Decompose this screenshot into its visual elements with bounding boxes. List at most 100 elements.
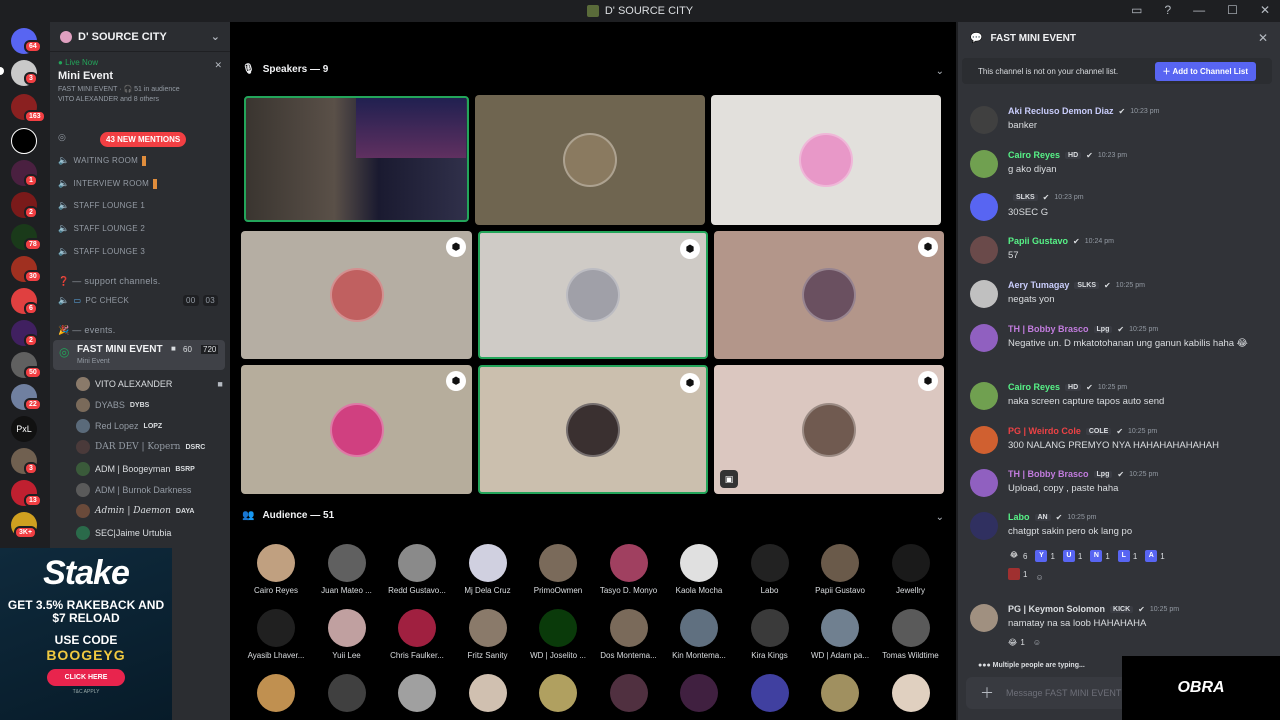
voice-channel-waiting[interactable]: 🔈 WAITING ROOM: [58, 155, 147, 166]
category-support[interactable]: ❓ — support channels.: [58, 276, 161, 287]
author-name[interactable]: TH | Bobby Brasco: [1008, 324, 1089, 334]
audience-member[interactable]: Tomas Wildtime: [876, 609, 946, 660]
audience-member[interactable]: Redd Gustavo...: [382, 544, 452, 595]
add-reaction-icon[interactable]: ☺: [1033, 638, 1041, 647]
speaker-tile[interactable]: ⬢: [241, 365, 472, 494]
add-attachment-icon[interactable]: ＋: [980, 683, 994, 703]
speaker-tile[interactable]: [244, 96, 469, 222]
audience-member[interactable]: [805, 674, 875, 712]
audience-member[interactable]: Kin Montema...: [664, 609, 734, 660]
avatar[interactable]: [970, 280, 998, 308]
stage-member[interactable]: DYABS DYBS: [76, 398, 149, 412]
reaction[interactable]: N1: [1090, 550, 1110, 562]
audience-member[interactable]: [241, 674, 311, 712]
help-icon[interactable]: ?: [1164, 3, 1171, 17]
author-name[interactable]: PG | Weirdo Cole: [1008, 426, 1081, 436]
active-stage-channel[interactable]: ◎ FAST MINI EVENT Mini Event ■ 60 720: [53, 340, 225, 370]
add-to-channel-list-button[interactable]: ＋ Add to Channel List: [1154, 61, 1256, 81]
voice-channel-staff2[interactable]: 🔈 STAFF LOUNGE 2: [58, 223, 145, 234]
audience-member[interactable]: Yuii Lee: [312, 609, 382, 660]
close-window-icon[interactable]: ✕: [1260, 3, 1270, 17]
chat-message[interactable]: Cairo Reyes HD ✔ 10:23 pm g ako diyan: [970, 150, 1270, 190]
audience-member[interactable]: [876, 674, 946, 712]
stage-member[interactable]: Red Lopez LOPZ: [76, 419, 162, 433]
author-name[interactable]: Aki Recluso Demon Diaz: [1008, 106, 1114, 116]
audience-member[interactable]: [735, 674, 805, 712]
audience-member[interactable]: Dos Montema...: [594, 609, 664, 660]
audience-member[interactable]: [312, 674, 382, 712]
chevron-down-icon[interactable]: ⌄: [936, 512, 944, 523]
audience-member[interactable]: Tasyo D. Monyo: [594, 544, 664, 595]
avatar[interactable]: [970, 512, 998, 540]
server-icon[interactable]: PxL: [11, 416, 37, 442]
author-name[interactable]: Cairo Reyes: [1008, 382, 1060, 392]
speaker-tile[interactable]: ⬢: [714, 231, 944, 359]
stake-ad-overlay[interactable]: Stake GET 3.5% RAKEBACK AND $7 RELOAD US…: [0, 548, 172, 720]
speakers-header[interactable]: 🎙 Speakers — 9: [242, 64, 328, 75]
speaker-tile[interactable]: ⬢: [241, 231, 472, 359]
avatar[interactable]: [970, 469, 998, 497]
chat-message[interactable]: TH | Bobby Brasco Lpg ✔ 10:25 pm Upload, cop…: [970, 469, 1270, 509]
author-name[interactable]: Aery Tumagay: [1008, 280, 1069, 290]
audience-member[interactable]: Chris Faulker...: [382, 609, 452, 660]
author-name[interactable]: Labo: [1008, 512, 1030, 522]
voice-channel-pc-check[interactable]: 🔈 ▭ PC CHECK 00 03: [58, 295, 218, 306]
stage-member[interactable]: DAR DEV | Kopern DSRC: [76, 440, 205, 454]
author-name[interactable]: Cairo Reyes: [1008, 150, 1060, 160]
stage-member[interactable]: SEC|Jaime Urtubia: [76, 526, 171, 540]
reaction[interactable]: Y1: [1035, 550, 1055, 562]
stage-member[interactable]: ADM | Boogeyman BSRP: [76, 462, 195, 476]
audience-member[interactable]: [664, 674, 734, 712]
voice-channel[interactable]: ◎: [58, 132, 66, 143]
speaker-tile[interactable]: ⬢: [478, 231, 708, 359]
stake-click-button[interactable]: CLICK HERE: [46, 669, 126, 686]
audience-member[interactable]: [453, 674, 523, 712]
audience-member[interactable]: WD | Joselito ...: [523, 609, 593, 660]
audience-header[interactable]: 👥 Audience — 51: [242, 510, 334, 521]
server-icon[interactable]: [11, 128, 37, 154]
avatar[interactable]: [970, 236, 998, 264]
voice-channel-interview[interactable]: 🔈 INTERVIEW ROOM: [58, 178, 158, 189]
chat-message[interactable]: SLKS ✔ 10:23 pm 30SEC G: [970, 193, 1270, 233]
audience-member[interactable]: Fritz Sanity: [453, 609, 523, 660]
reaction[interactable]: A1: [1145, 550, 1165, 562]
voice-channel-staff1[interactable]: 🔈 STAFF LOUNGE 1: [58, 200, 145, 211]
inbox-icon[interactable]: ▭: [1131, 3, 1142, 17]
speaker-tile[interactable]: ⬢: [478, 365, 708, 494]
avatar[interactable]: [970, 150, 998, 178]
audience-member[interactable]: Cairo Reyes: [241, 544, 311, 595]
avatar[interactable]: [970, 193, 998, 221]
speaker-tile[interactable]: [475, 95, 705, 225]
live-stage-card[interactable]: ● Live Now Mini Event FAST MINI EVENT · …: [50, 52, 230, 109]
stage-member[interactable]: ADM | Burnok Darkness: [76, 483, 191, 497]
reaction[interactable]: 😂 6: [1008, 550, 1028, 562]
guild-header[interactable]: D' SOURCE CITY ⌄: [50, 22, 230, 52]
stage-member[interactable]: Admin | Daemon DAYA: [76, 504, 194, 518]
audience-member[interactable]: Mj Dela Cruz: [453, 544, 523, 595]
voice-channel-staff3[interactable]: 🔈 STAFF LOUNGE 3: [58, 246, 145, 257]
speaker-tile[interactable]: ⬢ ▣: [714, 365, 944, 494]
reaction[interactable]: 1: [1008, 568, 1027, 580]
chevron-down-icon[interactable]: ⌄: [936, 66, 944, 77]
add-reaction-icon[interactable]: ☺: [1035, 573, 1043, 582]
author-name[interactable]: TH | Bobby Brasco: [1008, 469, 1089, 479]
reaction[interactable]: U1: [1062, 550, 1082, 562]
chat-message[interactable]: Aki Recluso Demon Diaz ✔ 10:23 pm banker: [970, 106, 1270, 146]
audience-member[interactable]: Kira Kings: [735, 609, 805, 660]
reaction[interactable]: L1: [1117, 550, 1137, 562]
category-events[interactable]: 🎉 — events.: [58, 325, 116, 336]
chat-message[interactable]: Aery Tumagay SLKS ✔ 10:25 pm negats yon: [970, 280, 1270, 320]
chat-message[interactable]: PG | Weirdo Cole COLE ✔ 10:25 pm 300 NALANG …: [970, 426, 1270, 466]
chat-message[interactable]: Papii Gustavo ✔ 10:24 pm 57: [970, 236, 1270, 276]
audience-member[interactable]: Juan Mateo ...: [312, 544, 382, 595]
close-icon[interactable]: ✕: [1258, 31, 1268, 45]
speaker-tile[interactable]: [711, 95, 941, 225]
close-icon[interactable]: ✕: [214, 60, 222, 71]
maximize-icon[interactable]: ☐: [1227, 3, 1238, 17]
audience-member[interactable]: Papii Gustavo: [805, 544, 875, 595]
chat-message[interactable]: TH | Bobby Brasco Lpg ✔ 10:25 pm Negative un…: [970, 324, 1270, 364]
avatar[interactable]: [970, 106, 998, 134]
audience-member[interactable]: [523, 674, 593, 712]
audience-member[interactable]: [594, 674, 664, 712]
audience-member[interactable]: PrimoOwmen: [523, 544, 593, 595]
